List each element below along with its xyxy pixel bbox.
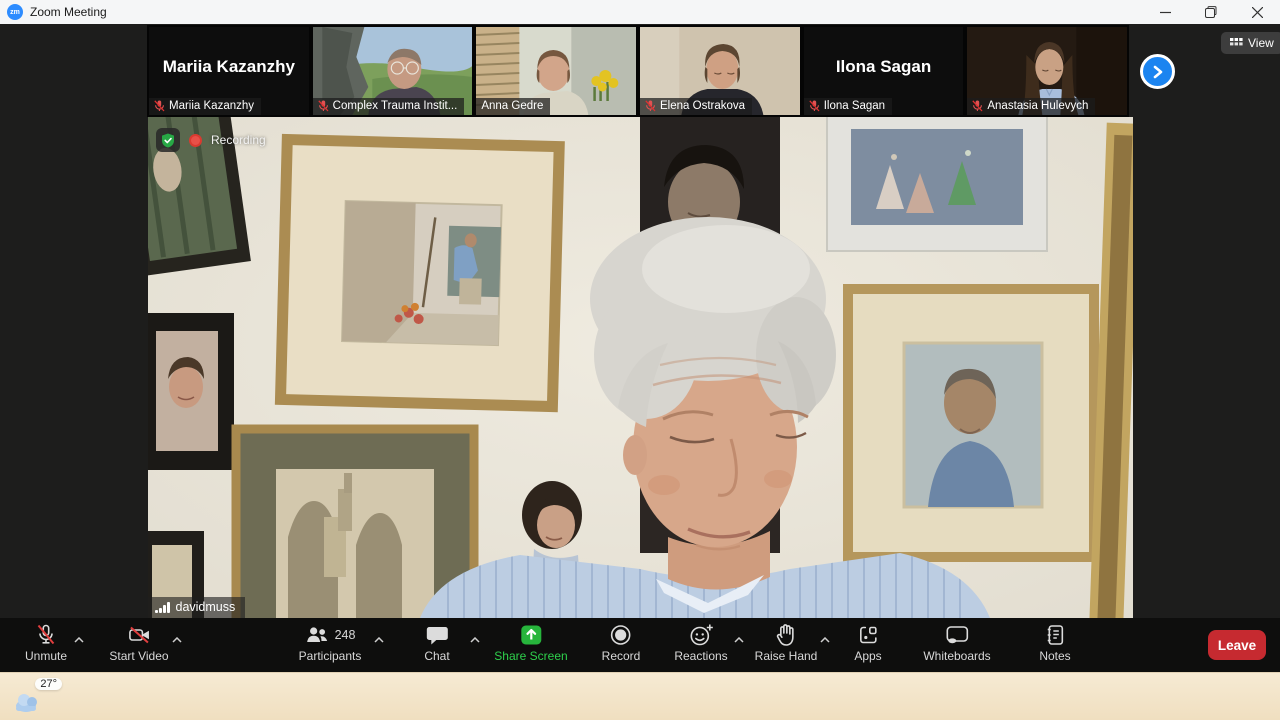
share-screen-icon — [520, 625, 541, 645]
meeting-toolbar: Unmute Start Video 248 Participants Chat… — [0, 618, 1280, 672]
muted-mic-icon — [645, 100, 656, 112]
audio-options-chevron[interactable] — [74, 630, 84, 648]
muted-microphone-icon — [37, 624, 55, 645]
participants-options-chevron[interactable] — [374, 630, 384, 648]
restore-button[interactable] — [1188, 0, 1234, 24]
security-shield-icon[interactable] — [156, 128, 180, 152]
zoom-meeting-window: zm Zoom Meeting Mariia Kazanzhy Mariia K… — [0, 0, 1280, 720]
whiteboard-icon — [946, 626, 968, 644]
participants-icon — [307, 627, 328, 642]
window-titlebar: zm Zoom Meeting — [0, 0, 1280, 24]
participants-button[interactable]: 248 Participants — [299, 622, 361, 663]
record-icon — [611, 625, 631, 645]
notes-button[interactable]: Notes — [1039, 622, 1071, 663]
start-video-button[interactable]: Start Video — [109, 622, 169, 663]
apps-icon — [859, 626, 877, 644]
windows-taskbar: 27° — [0, 672, 1280, 720]
participant-tile-elena-ostrakova[interactable]: Elena Ostrakova — [638, 25, 802, 117]
participant-name-label: Anastasia Hulevych — [967, 98, 1096, 115]
notes-icon — [1047, 625, 1063, 645]
weather-widget[interactable]: 27° — [14, 678, 62, 715]
chat-button[interactable]: Chat — [424, 622, 450, 663]
weather-temperature: 27° — [35, 678, 62, 690]
participants-count: 248 — [334, 628, 356, 642]
video-options-chevron[interactable] — [172, 630, 182, 648]
whiteboards-button[interactable]: Whiteboards — [923, 622, 991, 663]
audio-level-icon — [155, 601, 170, 613]
participant-tile-mariia-kazanzhy[interactable]: Mariia Kazanzhy Mariia Kazanzhy — [147, 25, 311, 117]
reactions-options-chevron[interactable] — [734, 630, 744, 648]
participant-name-label: Elena Ostrakova — [640, 98, 753, 115]
muted-mic-icon — [809, 100, 820, 112]
weather-cloud-icon — [16, 694, 37, 712]
participant-display-name: Ilona Sagan — [835, 56, 932, 76]
participant-display-name: Mariia Kazanzhy — [162, 56, 295, 76]
participant-tile-anna-gedre[interactable]: Anna Gedre — [474, 25, 639, 117]
record-button[interactable]: Record — [602, 622, 640, 663]
view-button[interactable]: View — [1221, 32, 1280, 54]
raise-hand-button[interactable]: Raise Hand — [755, 622, 817, 663]
raise-hand-options-chevron[interactable] — [820, 630, 830, 648]
recording-indicator: Recording — [156, 128, 266, 152]
recording-label: Recording — [211, 133, 266, 147]
participant-name-label: Ilona Sagan — [803, 98, 893, 115]
recording-dot-icon — [189, 133, 202, 147]
unmute-button[interactable]: Unmute — [25, 622, 67, 663]
reactions-button[interactable]: Reactions — [674, 622, 728, 663]
reactions-smiley-icon — [690, 624, 713, 646]
apps-button[interactable]: Apps — [854, 622, 882, 663]
muted-mic-icon — [972, 100, 983, 112]
participant-name-label: Anna Gedre — [476, 98, 551, 115]
participant-name-label: Complex Trauma Instit... — [312, 98, 465, 115]
active-speaker-label: davidmuss — [148, 597, 246, 618]
video-off-icon — [128, 626, 149, 644]
participant-tile-anastasia-hulevych[interactable]: Anastasia Hulevych — [965, 25, 1130, 117]
participant-name-label: Mariia Kazanzhy — [149, 98, 262, 115]
zoom-app-icon: zm — [7, 4, 23, 20]
participant-strip: Mariia Kazanzhy Mariia Kazanzhy Complex … — [147, 25, 1130, 117]
main-speaker-video[interactable]: Recording davidmuss — [148, 117, 1133, 618]
muted-mic-icon — [317, 100, 329, 112]
raise-hand-icon — [777, 624, 794, 646]
grid-view-icon — [1230, 37, 1243, 45]
window-title: Zoom Meeting — [30, 5, 107, 19]
muted-mic-icon — [154, 100, 165, 112]
meeting-area: Mariia Kazanzhy Mariia Kazanzhy Complex … — [0, 24, 1280, 672]
chat-options-chevron[interactable] — [470, 630, 480, 648]
leave-button[interactable]: Leave — [1208, 630, 1266, 660]
share-screen-button[interactable]: Share Screen — [494, 622, 568, 663]
close-button[interactable] — [1234, 0, 1280, 24]
minimize-button[interactable] — [1142, 0, 1188, 24]
next-videos-button[interactable] — [1140, 54, 1175, 89]
chat-bubble-icon — [426, 627, 448, 645]
participant-tile-complex-trauma-institute[interactable]: Complex Trauma Instit... — [310, 25, 475, 117]
chevron-right-icon — [1153, 65, 1162, 78]
participant-tile-ilona-sagan[interactable]: Ilona Sagan Ilona Sagan — [801, 25, 966, 117]
main-video-scene — [148, 117, 1133, 618]
